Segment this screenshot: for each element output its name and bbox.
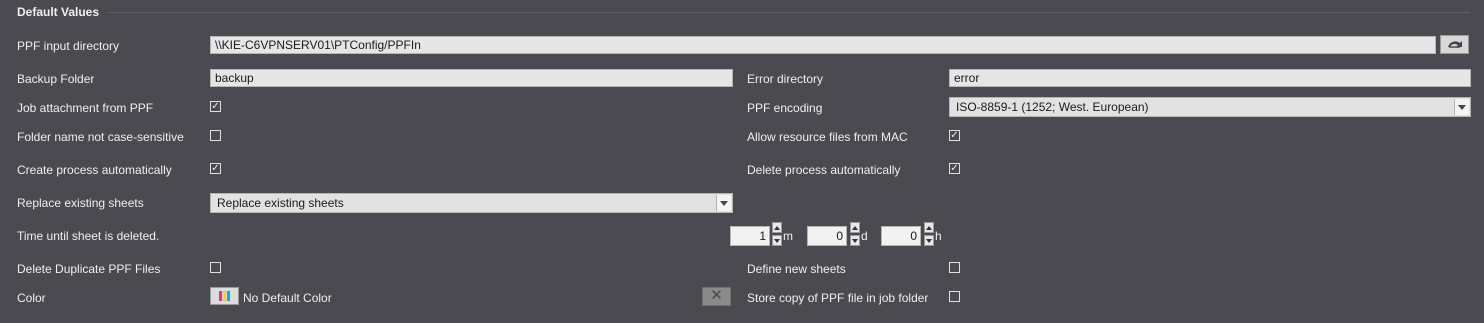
folder-browse-icon — [1448, 41, 1462, 48]
color-label: Color — [17, 291, 46, 305]
define-new-sheets-label: Define new sheets — [747, 262, 846, 276]
replace-sheets-value: Replace existing sheets — [217, 196, 344, 210]
ppf-encoding-value: ISO-8859-1 (1252; West. European) — [956, 100, 1149, 114]
chevron-down-icon — [716, 195, 731, 211]
delete-process-checkbox[interactable]: ✓ — [949, 163, 960, 174]
clear-color-button[interactable]: ✕ — [702, 287, 731, 306]
job-attachment-label: Job attachment from PPF — [17, 101, 154, 115]
replace-sheets-dropdown[interactable]: Replace existing sheets — [210, 193, 733, 213]
months-input[interactable]: 1 — [730, 226, 770, 246]
section-divider — [108, 12, 1470, 13]
increment-icon[interactable] — [850, 222, 860, 233]
ppf-input-label: PPF input directory — [17, 39, 120, 53]
error-directory-field[interactable]: error — [949, 69, 1471, 87]
delete-duplicate-label: Delete Duplicate PPF Files — [17, 262, 161, 276]
store-copy-checkbox[interactable] — [949, 291, 960, 302]
delete-process-label: Delete process automatically — [747, 163, 901, 177]
ppf-encoding-label: PPF encoding — [747, 101, 823, 115]
time-until-delete-label: Time until sheet is deleted. — [17, 229, 160, 243]
decrement-icon[interactable] — [772, 235, 782, 246]
months-unit: m — [783, 229, 793, 243]
color-palette-icon — [219, 291, 230, 301]
backup-folder-field[interactable]: backup — [210, 69, 733, 87]
decrement-icon[interactable] — [924, 235, 934, 246]
job-attachment-checkbox[interactable]: ✓ — [210, 101, 221, 112]
create-process-label: Create process automatically — [17, 163, 172, 177]
delete-duplicate-checkbox[interactable] — [210, 262, 221, 273]
color-picker-button[interactable] — [210, 287, 239, 305]
days-stepper[interactable] — [850, 222, 860, 246]
replace-sheets-label: Replace existing sheets — [17, 196, 144, 210]
browse-button[interactable] — [1440, 35, 1469, 54]
hours-stepper[interactable] — [924, 222, 934, 246]
chevron-down-icon — [1454, 99, 1469, 115]
hours-input[interactable]: 0 — [881, 226, 921, 246]
decrement-icon[interactable] — [850, 235, 860, 246]
section-title: Default Values — [17, 5, 100, 19]
allow-mac-checkbox[interactable]: ✓ — [949, 130, 960, 141]
error-directory-label: Error directory — [747, 72, 824, 86]
ppf-input-field[interactable]: \\KIE-C6VPNSERV01\PTConfig/PPFIn — [210, 36, 1436, 54]
months-stepper[interactable] — [772, 222, 782, 246]
allow-mac-label: Allow resource files from MAC — [747, 130, 908, 144]
ppf-encoding-dropdown[interactable]: ISO-8859-1 (1252; West. European) — [949, 97, 1471, 117]
create-process-checkbox[interactable]: ✓ — [210, 163, 221, 174]
increment-icon[interactable] — [924, 222, 934, 233]
hours-unit: h — [935, 229, 942, 243]
define-new-sheets-checkbox[interactable] — [949, 262, 960, 273]
store-copy-label: Store copy of PPF file in job folder — [747, 291, 929, 305]
folder-case-label: Folder name not case-sensitive — [17, 130, 184, 144]
backup-folder-label: Backup Folder — [17, 72, 95, 86]
folder-case-checkbox[interactable] — [210, 130, 221, 141]
days-unit: d — [861, 229, 868, 243]
increment-icon[interactable] — [772, 222, 782, 233]
color-value: No Default Color — [243, 291, 332, 305]
days-input[interactable]: 0 — [807, 226, 847, 246]
